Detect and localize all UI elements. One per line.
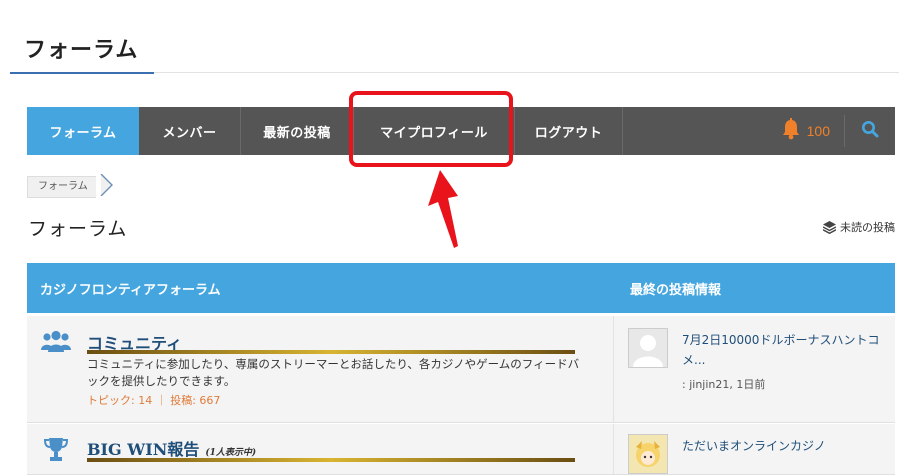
last-post-meta: : jinjin21, 1日前 — [682, 378, 766, 391]
avatar[interactable] — [628, 434, 668, 474]
column-header-last-post: 最終の投稿情報 — [630, 283, 722, 298]
unread-posts-label: 未読の投稿 — [840, 221, 895, 234]
forum-row: コミュニティ コミュニティに参加したり、専属のストリーマーとお話したり、各カジノ… — [27, 316, 895, 423]
nav-item-members[interactable]: メンバー — [139, 107, 241, 155]
last-post-title-link[interactable]: 7月2日10000ドルボーナスハントコメ... — [682, 330, 882, 370]
bell-icon — [781, 118, 801, 144]
forum-row: BIG WIN報告 (1人表示中) ただいまオンラインカジノ — [27, 424, 895, 475]
forum-stats: トピック: 14 ｜ 投稿: 667 — [87, 394, 221, 407]
users-icon — [41, 330, 71, 358]
character-avatar-icon — [636, 441, 660, 467]
forum-description: コミュニティに参加したり、専属のストリーマーとお話したり、各カジノやゲームのフィ… — [87, 357, 580, 388]
forum-title-link[interactable]: BIG WIN報告 (1人表示中) — [87, 436, 256, 460]
forum-table-header: カジノフロンティアフォーラム 最終の投稿情報 — [27, 263, 895, 313]
column-divider — [613, 424, 614, 474]
nav-item-recent-posts[interactable]: 最新の投稿 — [241, 107, 354, 155]
notification-count: 100 — [806, 123, 830, 139]
column-divider — [613, 316, 614, 422]
page-title: フォーラム — [24, 38, 139, 63]
title-underline — [10, 72, 154, 74]
search-icon — [861, 120, 879, 142]
forum-title-text: BIG WIN報告 — [87, 440, 200, 459]
highlight-box — [349, 91, 513, 167]
breadcrumb-item-forum[interactable]: フォーラム — [27, 176, 96, 198]
chevron-right-icon — [100, 173, 113, 197]
nav-item-forum[interactable]: フォーラム — [27, 107, 139, 155]
pointer-arrow-icon — [428, 170, 458, 248]
section-title: フォーラム — [28, 218, 128, 240]
nav-right-group: 100 — [781, 107, 895, 155]
search-button[interactable] — [845, 120, 895, 142]
avatar[interactable] — [628, 328, 668, 368]
nav-item-logout[interactable]: ログアウト — [515, 107, 623, 155]
breadcrumb: フォーラム — [27, 173, 114, 198]
unread-posts-link[interactable]: 未読の投稿 — [823, 219, 895, 235]
column-header-forum: カジノフロンティアフォーラム — [40, 283, 221, 298]
notifications-button[interactable]: 100 — [781, 118, 844, 144]
default-avatar-icon — [633, 335, 663, 367]
forum-title-bar — [87, 458, 575, 462]
viewing-count: (1人表示中) — [205, 448, 257, 458]
title-divider — [154, 72, 899, 73]
last-post-title-link[interactable]: ただいまオンラインカジノ — [682, 436, 882, 456]
forum-title-bar — [87, 350, 575, 354]
layers-icon — [823, 220, 836, 234]
